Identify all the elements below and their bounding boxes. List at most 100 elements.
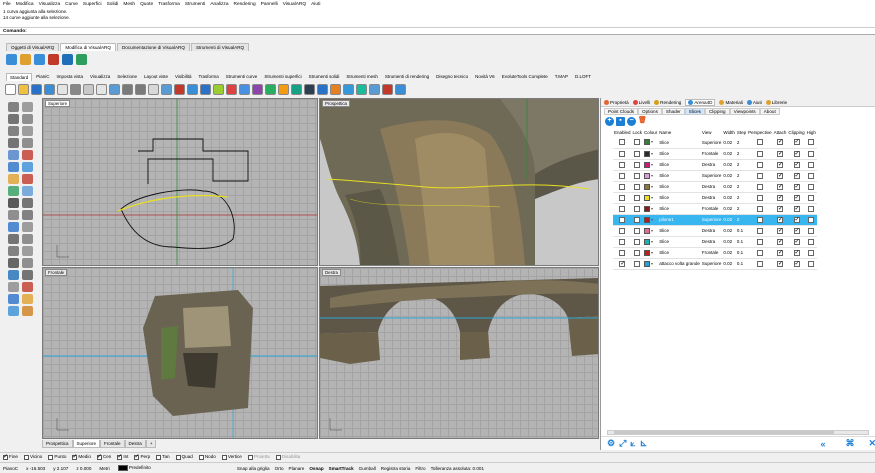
render-icon[interactable] bbox=[22, 306, 33, 316]
viewport-tab-frontale[interactable]: Frontale bbox=[100, 440, 125, 448]
measure-icon[interactable]: ⊾ bbox=[640, 438, 648, 449]
column-header-colour[interactable]: Colour bbox=[643, 128, 658, 137]
viewport-tab-prospettica[interactable]: Prospettica bbox=[42, 440, 73, 448]
column-icon[interactable] bbox=[20, 53, 31, 65]
panel-tab-materiali[interactable]: Materiali bbox=[719, 99, 743, 105]
tab-visualizza[interactable]: Visualizza bbox=[87, 73, 113, 81]
view-cell[interactable]: Destra bbox=[700, 225, 723, 237]
viewport-perspective[interactable]: Prospettica bbox=[319, 98, 599, 266]
clipping-checkbox[interactable] bbox=[793, 194, 800, 201]
tab-visibilita[interactable]: Visibilità bbox=[172, 73, 194, 81]
column-header-high[interactable]: High bbox=[806, 128, 817, 137]
view-cell[interactable]: Superiore bbox=[700, 170, 723, 182]
osnap-checkbox[interactable] bbox=[247, 454, 253, 460]
beam-icon[interactable] bbox=[34, 53, 45, 65]
table-row[interactable]: ▾ Slice Destra 0.02 2 bbox=[613, 192, 817, 204]
analyze-icon[interactable] bbox=[8, 294, 19, 304]
chevron-down-icon[interactable]: ▾ bbox=[651, 239, 653, 244]
trim-icon[interactable] bbox=[22, 210, 33, 220]
attach-checkbox[interactable] bbox=[777, 183, 783, 190]
print-icon[interactable] bbox=[44, 83, 55, 95]
perspective-checkbox[interactable] bbox=[756, 260, 763, 267]
enabled-checkbox[interactable] bbox=[619, 249, 626, 256]
colour-swatch[interactable] bbox=[644, 139, 651, 146]
table-row[interactable]: ▾ Slice Frontale 0.02 0.1 bbox=[613, 247, 817, 259]
delete-slice-icon[interactable]: 🗑 bbox=[638, 117, 647, 126]
column-header-enabled[interactable]: Enabled bbox=[613, 128, 632, 137]
highlight-checkbox[interactable] bbox=[808, 249, 815, 256]
dimension-icon[interactable] bbox=[8, 282, 19, 292]
lock-checkbox[interactable] bbox=[634, 260, 641, 267]
extrude-icon[interactable] bbox=[22, 186, 33, 196]
highlight-checkbox[interactable] bbox=[808, 227, 815, 234]
osnap-checkbox[interactable] bbox=[221, 454, 227, 460]
attach-checkbox[interactable] bbox=[777, 249, 783, 256]
axis-icon[interactable]: ⟀ bbox=[630, 438, 635, 449]
step-cell[interactable]: 2 bbox=[735, 181, 748, 193]
highlight-checkbox[interactable] bbox=[808, 205, 815, 212]
osnap-fine[interactable]: Fine bbox=[3, 453, 18, 460]
split-icon[interactable] bbox=[8, 222, 19, 232]
open-icon[interactable] bbox=[18, 83, 29, 95]
tab-modifica-di-visualarq[interactable]: Modifica di VisualARQ bbox=[60, 43, 116, 51]
lock-checkbox[interactable] bbox=[634, 194, 641, 201]
attach-checkbox[interactable] bbox=[777, 216, 783, 223]
light-icon[interactable] bbox=[343, 83, 354, 95]
colour-cell[interactable]: ▾ bbox=[643, 148, 659, 160]
tab-strumenti-di-rendering[interactable]: Strumenti di rendering bbox=[382, 73, 432, 81]
colour-swatch[interactable] bbox=[644, 194, 651, 201]
enabled-checkbox[interactable] bbox=[619, 216, 626, 223]
subtab-point-clouds[interactable]: Point Clouds bbox=[604, 107, 639, 115]
column-header-lock[interactable]: Lock bbox=[632, 128, 644, 137]
check-icon[interactable] bbox=[22, 294, 33, 304]
menu-item-rendering[interactable]: Rendering bbox=[234, 2, 256, 7]
camera-icon[interactable] bbox=[356, 83, 367, 95]
menu-item-visualizza[interactable]: Visualizza bbox=[39, 2, 61, 7]
enabled-checkbox[interactable] bbox=[619, 260, 625, 267]
osnap-checkbox[interactable] bbox=[275, 454, 281, 460]
subtab-slices[interactable]: Slices bbox=[684, 107, 705, 115]
perspective-checkbox[interactable] bbox=[756, 139, 763, 146]
paste-icon[interactable] bbox=[83, 83, 94, 95]
attach-checkbox[interactable] bbox=[777, 227, 783, 234]
clipping-checkbox[interactable] bbox=[793, 227, 800, 234]
subtab-clipping[interactable]: Clipping bbox=[704, 107, 730, 115]
viewport-tab-destra[interactable]: Destra bbox=[124, 440, 146, 448]
panel-tab-librerie[interactable]: Librerie bbox=[765, 99, 787, 105]
lock-checkbox[interactable] bbox=[634, 183, 641, 190]
lock-checkbox[interactable] bbox=[634, 205, 641, 212]
osnap-checkbox[interactable] bbox=[175, 454, 181, 460]
select-icon[interactable] bbox=[265, 83, 276, 95]
graph-icon[interactable]: ⌘ bbox=[845, 438, 854, 449]
curve-icon[interactable] bbox=[291, 83, 302, 95]
viewport-tab-superiore[interactable]: Superiore bbox=[72, 440, 101, 448]
colour-swatch[interactable] bbox=[644, 183, 651, 190]
colour-swatch[interactable] bbox=[644, 205, 651, 212]
colour-cell[interactable]: ▾ bbox=[643, 236, 659, 248]
osnap-checkbox[interactable] bbox=[72, 453, 77, 460]
width-cell[interactable]: 0.02 bbox=[722, 137, 736, 149]
menu-item-quote[interactable]: Quote bbox=[140, 2, 153, 7]
menu-item-superfici[interactable]: Superfici bbox=[83, 2, 102, 7]
attach-checkbox[interactable] bbox=[777, 161, 783, 168]
step-cell[interactable]: 2 bbox=[735, 192, 748, 204]
chevron-down-icon[interactable]: ▾ bbox=[651, 206, 653, 211]
colour-cell[interactable]: ▾ bbox=[643, 137, 659, 149]
save-icon[interactable] bbox=[31, 83, 42, 95]
point-icon[interactable] bbox=[22, 102, 33, 112]
step-cell[interactable]: 2 bbox=[735, 170, 748, 182]
menu-item-analizza[interactable]: Analizza bbox=[210, 2, 228, 7]
mesh-icon[interactable] bbox=[330, 83, 341, 95]
lock-checkbox[interactable] bbox=[634, 150, 641, 157]
circle-icon[interactable] bbox=[8, 126, 19, 136]
select-arrow-icon[interactable] bbox=[8, 102, 19, 112]
osnap-checkbox[interactable] bbox=[23, 454, 29, 460]
colour-cell[interactable]: ▾ bbox=[643, 225, 659, 237]
osnap-int[interactable]: Int bbox=[117, 453, 128, 460]
clipping-checkbox[interactable] bbox=[793, 150, 800, 157]
lock-checkbox[interactable] bbox=[634, 227, 641, 234]
status-toggle-filtro[interactable]: Filtro bbox=[415, 466, 425, 471]
name-cell[interactable]: Slice bbox=[658, 247, 701, 259]
surface-icon[interactable] bbox=[304, 83, 315, 95]
table-row[interactable]: ▾ Slice Destra 0.02 0.1 bbox=[613, 225, 817, 237]
